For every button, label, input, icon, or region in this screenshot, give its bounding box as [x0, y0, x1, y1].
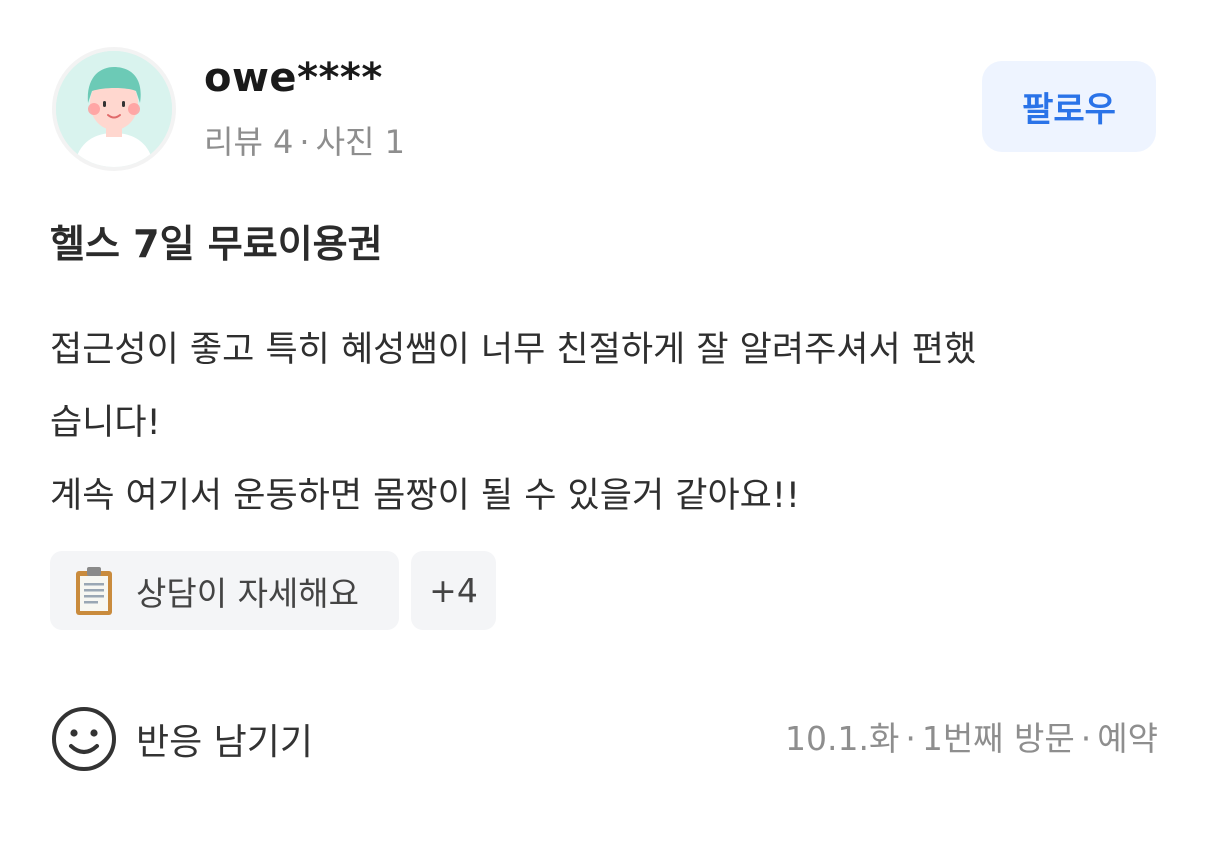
user-avatar-icon — [56, 51, 172, 167]
keyword-tag-label: 상담이 자세해요 — [136, 573, 360, 613]
review-count: 리뷰 4 — [204, 123, 294, 161]
keyword-tag[interactable]: 상담이 자세해요 — [50, 551, 399, 630]
review-body-line: 습니다! — [50, 403, 161, 443]
smile-icon — [52, 707, 116, 771]
leave-reaction-button[interactable]: 반응 남기기 — [50, 704, 313, 774]
review-title: 헬스 7일 무료이용권 — [50, 222, 383, 266]
user-stats: 리뷰 4 · 사진 1 — [204, 118, 405, 166]
separator-dot: · — [299, 123, 310, 161]
clipboard-icon — [74, 566, 114, 616]
separator-dot: · — [905, 719, 916, 758]
avatar[interactable] — [52, 47, 176, 171]
separator-dot: · — [1080, 719, 1092, 758]
review-card: owe**** 리뷰 4 · 사진 1 팔로우 헬스 7일 무료이용권 접근성이 좋… — [0, 0, 1206, 850]
leave-reaction-label: 반응 남기기 — [136, 722, 314, 763]
review-body: 접근성이 좋고 특히 혜성쌤이 너무 친절하게 잘 알려주셔서 편했 습니다! … — [50, 314, 1160, 533]
visit-date: 10.1.화 — [785, 719, 900, 758]
follow-button[interactable]: 팔로우 — [982, 61, 1156, 152]
username[interactable]: owe**** — [204, 52, 383, 104]
visit-meta: 10.1.화 · 1번째 방문 · 예약 — [785, 714, 1158, 764]
more-tags-button[interactable]: +4 — [411, 551, 496, 630]
review-body-line: 접근성이 좋고 특히 혜성쌤이 너무 친절하게 잘 알려주셔서 편했 — [50, 330, 977, 370]
review-body-line: 계속 여기서 운동하면 몸짱이 될 수 있을거 같아요!! — [50, 476, 800, 516]
visit-type: 예약 — [1097, 719, 1158, 758]
photo-count: 사진 1 — [315, 123, 406, 161]
visit-count: 1번째 방문 — [921, 719, 1075, 758]
